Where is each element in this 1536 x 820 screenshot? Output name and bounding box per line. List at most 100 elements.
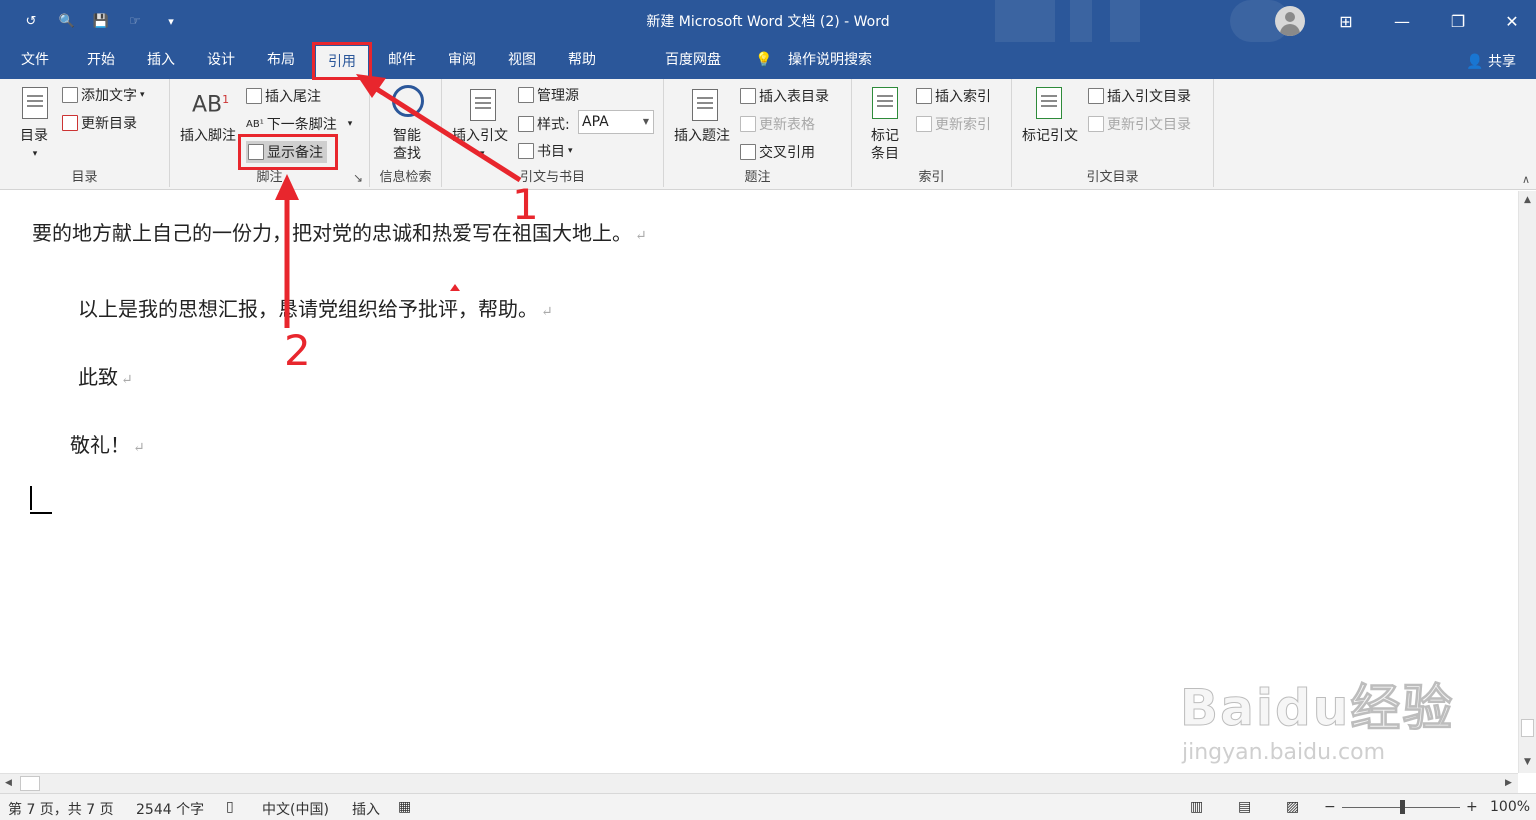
tab-view[interactable]: 视图: [497, 42, 547, 79]
tab-help[interactable]: 帮助: [557, 42, 607, 79]
next-footnote-icon: AB¹: [246, 118, 264, 130]
share-button[interactable]: 👤 共享: [1466, 51, 1516, 71]
insert-footnote-button[interactable]: 插入脚注: [180, 127, 236, 145]
tell-me-search[interactable]: 操作说明搜索: [780, 42, 880, 79]
title-bar: ↺ 🔍 💾 ☞ ▾ 新建 Microsoft Word 文档 (2) - Wor…: [0, 0, 1536, 42]
style-icon: [518, 116, 534, 132]
insert-endnote-icon: [246, 88, 262, 104]
add-text-button[interactable]: 添加文字 ▾: [62, 85, 145, 105]
annotation-number-2: 2: [284, 326, 311, 375]
insert-endnote-button[interactable]: 插入尾注: [246, 86, 321, 106]
update-index-button[interactable]: 更新索引: [916, 114, 991, 134]
group-label-toc: 目录: [71, 170, 98, 185]
toc-dropdown-icon[interactable]: ▾: [28, 145, 42, 163]
insert-citation-dropdown-icon[interactable]: ▾: [480, 145, 485, 163]
document-paragraph[interactable]: 此致 ↵: [78, 361, 133, 390]
read-mode-icon[interactable]: ▥: [1190, 799, 1203, 815]
document-paragraph[interactable]: 要的地方献上自己的一份力，把对党的忠诚和热爱写在祖国大地上。 ↵: [32, 217, 647, 246]
zoom-slider-handle[interactable]: [1400, 800, 1405, 814]
tab-baidu-netdisk[interactable]: 百度网盘: [655, 42, 731, 79]
web-layout-icon[interactable]: ▨: [1286, 799, 1299, 815]
tab-design[interactable]: 设计: [196, 42, 246, 79]
tab-review[interactable]: 审阅: [437, 42, 487, 79]
cross-reference-button[interactable]: 交叉引用: [740, 142, 815, 162]
annotation-number-1: 1: [512, 180, 539, 229]
insert-table-of-figures-button[interactable]: 插入表目录: [740, 86, 829, 106]
add-text-icon: [62, 87, 78, 103]
print-layout-icon[interactable]: ▤: [1238, 799, 1251, 815]
zoom-in-icon[interactable]: +: [1466, 799, 1478, 815]
word-window: ↺ 🔍 💾 ☞ ▾ 新建 Microsoft Word 文档 (2) - Wor…: [0, 0, 1536, 820]
update-index-icon: [916, 116, 932, 132]
update-table-icon: [740, 116, 756, 132]
vertical-scroll-thumb[interactable]: [1521, 719, 1534, 737]
word-count[interactable]: 2544 个字: [136, 799, 204, 819]
citation-style-select[interactable]: APA ▼: [578, 110, 654, 134]
group-index: 标记 条目 插入索引 更新索引 索引: [852, 79, 1012, 187]
tab-layout[interactable]: 布局: [256, 42, 306, 79]
scroll-up-icon[interactable]: ▲: [1524, 195, 1531, 205]
collapse-ribbon-icon[interactable]: ∧: [1522, 173, 1530, 186]
ribbon-display-options-icon[interactable]: ⊞: [1318, 0, 1374, 42]
tab-insert[interactable]: 插入: [136, 42, 186, 79]
document-paragraph[interactable]: 敬礼！ ↵: [70, 429, 145, 458]
cross-reference-icon: [740, 144, 756, 160]
insert-citation-icon: [470, 89, 496, 121]
restore-button[interactable]: ❐: [1430, 0, 1486, 42]
group-table-of-authorities: 标记引文 插入引文目录 更新引文目录 引文目录: [1012, 79, 1214, 187]
smart-lookup-icon: [392, 85, 424, 117]
tab-mailings[interactable]: 邮件: [377, 42, 427, 79]
update-toa-button[interactable]: 更新引文目录: [1088, 114, 1191, 134]
update-toc-icon: [62, 115, 78, 131]
update-toc-button[interactable]: 更新目录: [62, 113, 137, 133]
insert-citation-button[interactable]: 插入引文: [452, 127, 508, 145]
group-label-toa: 引文目录: [1086, 170, 1139, 185]
horizontal-scrollbar[interactable]: ◀ ▶: [0, 773, 1518, 793]
bibliography-icon: [518, 143, 534, 159]
insert-toa-button[interactable]: 插入引文目录: [1088, 86, 1191, 106]
group-label-captions: 题注: [744, 170, 771, 185]
next-footnote-button[interactable]: AB¹ 下一条脚注 ▾: [246, 114, 352, 134]
horizontal-scroll-thumb[interactable]: [20, 776, 40, 791]
insert-caption-icon: [692, 89, 718, 121]
update-table-button[interactable]: 更新表格: [740, 114, 815, 134]
footnote-dialog-launcher-icon[interactable]: ↘: [353, 171, 363, 185]
mark-entry-button[interactable]: 标记 条目: [868, 127, 902, 163]
manage-sources-button[interactable]: 管理源: [518, 85, 579, 105]
group-toc: 目录 ▾ 添加文字 ▾ 更新目录 目录: [0, 79, 170, 187]
zoom-out-icon[interactable]: −: [1324, 799, 1336, 815]
proofing-icon[interactable]: ▯: [226, 799, 234, 815]
annotation-box-references-tab: [312, 42, 372, 80]
mark-citation-icon: [1036, 87, 1062, 119]
manage-sources-icon: [518, 87, 534, 103]
language-indicator[interactable]: 中文(中国): [262, 799, 329, 819]
minimize-button[interactable]: —: [1374, 0, 1430, 42]
status-bar: 第 7 页，共 7 页 2544 个字 ▯ 中文(中国) 插入 ▦ ▥ ▤ ▨ …: [0, 793, 1536, 820]
toc-icon: [22, 87, 48, 119]
vertical-scrollbar[interactable]: ▲ ▼: [1518, 191, 1536, 773]
tab-home[interactable]: 开始: [76, 42, 126, 79]
insert-mode-indicator[interactable]: 插入: [352, 799, 380, 819]
tab-file[interactable]: 文件: [10, 42, 60, 79]
person-icon: 👤: [1466, 54, 1488, 70]
document-paragraph[interactable]: 以上是我的思想汇报，恳请党组织给予批评，帮助。 ↵: [78, 293, 553, 322]
bibliography-button[interactable]: 书目 ▾: [518, 141, 573, 161]
chevron-down-icon: ▼: [642, 117, 649, 126]
mark-citation-button[interactable]: 标记引文: [1022, 127, 1078, 145]
zoom-level[interactable]: 100%: [1490, 799, 1530, 815]
page-count[interactable]: 第 7 页，共 7 页: [8, 799, 114, 819]
scroll-left-icon[interactable]: ◀: [5, 778, 12, 788]
toc-button[interactable]: 目录: [14, 127, 54, 145]
smart-lookup-button[interactable]: 智能 查找: [390, 127, 424, 163]
insert-caption-button[interactable]: 插入题注: [674, 127, 730, 145]
user-avatar[interactable]: [1275, 6, 1305, 36]
close-button[interactable]: ✕: [1484, 0, 1536, 42]
macro-record-icon[interactable]: ▦: [398, 799, 411, 815]
insert-tof-icon: [740, 88, 756, 104]
scroll-down-icon[interactable]: ▼: [1524, 757, 1531, 767]
group-footnotes: AB1 插入脚注 插入尾注 AB¹ 下一条脚注 ▾ 显示备注 脚注 ↘: [170, 79, 370, 187]
insert-footnote-icon: AB1: [192, 92, 230, 118]
insert-index-button[interactable]: 插入索引: [916, 86, 991, 106]
scroll-right-icon[interactable]: ▶: [1505, 778, 1512, 788]
lightbulb-icon: 💡: [755, 52, 773, 68]
